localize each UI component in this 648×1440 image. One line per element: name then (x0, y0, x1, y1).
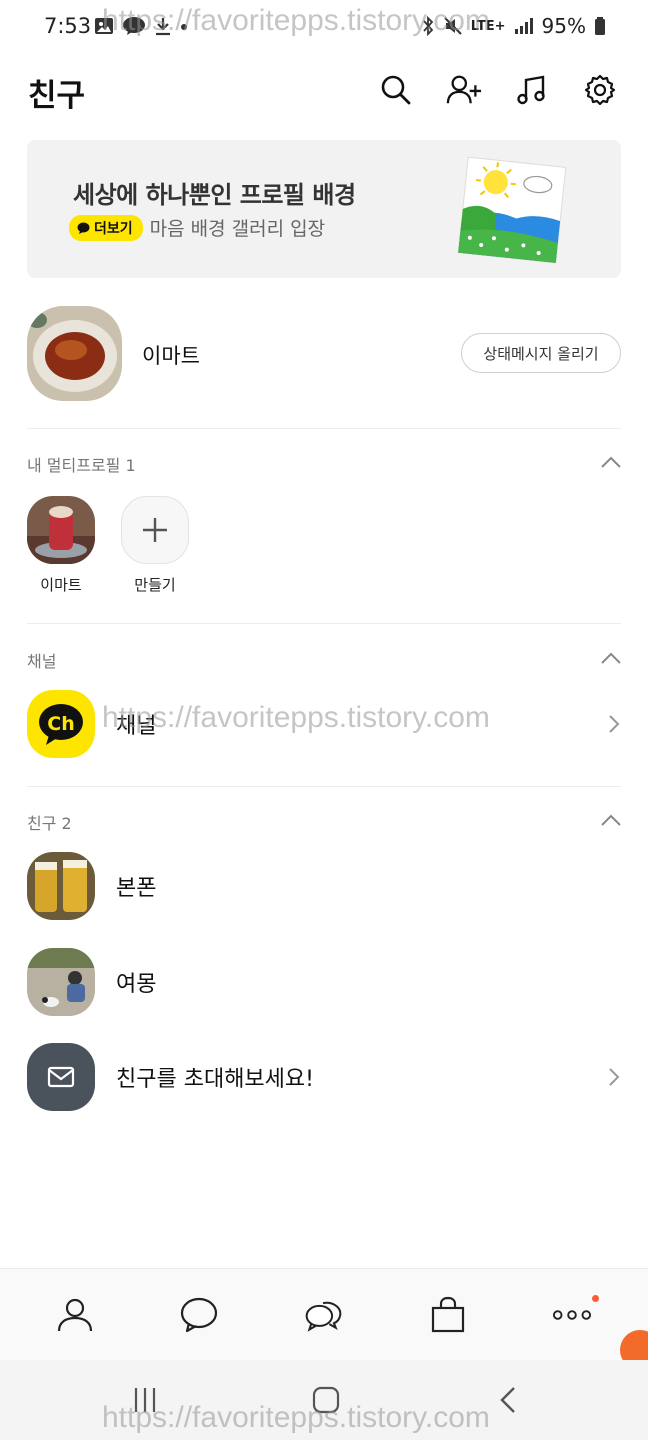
invite-icon-box (27, 1043, 95, 1111)
home-icon[interactable] (310, 1384, 342, 1416)
battery-percent: 95% (541, 14, 586, 38)
signal-icon (514, 18, 533, 34)
friend-name: 여몽 (116, 972, 157, 997)
chat-bubble-icon (77, 222, 90, 234)
more-tab-icon[interactable] (552, 1295, 592, 1335)
status-time: 7:53 (44, 14, 92, 38)
friends-section-label: 친구 2 (27, 814, 72, 833)
channel-name: 채널 (116, 714, 157, 739)
chevron-up-icon[interactable] (600, 651, 622, 665)
multi-profile-item[interactable]: 이마트 (27, 496, 95, 595)
multi-profile-avatar[interactable] (27, 496, 95, 564)
create-label: 만들기 (134, 576, 176, 594)
invite-friends-row[interactable]: 친구를 초대해보세요! (0, 1037, 648, 1117)
friend-name: 본폰 (116, 876, 157, 901)
envelope-icon (47, 1066, 75, 1088)
status-message-button[interactable]: 상태메시지 올리기 (461, 333, 621, 373)
divider (27, 786, 621, 787)
divider (27, 623, 621, 624)
my-profile-row[interactable]: 이마트 상태메시지 올리기 (0, 300, 648, 410)
music-icon[interactable] (514, 72, 550, 108)
search-icon[interactable] (378, 72, 414, 108)
channel-logo: Ch (27, 690, 95, 758)
header: 친구 (0, 60, 648, 124)
invite-friends-label: 친구를 초대해보세요! (116, 1067, 314, 1092)
profile-background-banner[interactable]: 세상에 하나뿐인 프로필 배경 더보기 마음 배경 갤러리 입장 (27, 140, 621, 278)
open-chats-tab-icon[interactable] (303, 1295, 343, 1335)
friend-row[interactable]: 여몽 (0, 942, 648, 1022)
network-type: LTE+ (470, 18, 506, 34)
divider (27, 428, 621, 429)
settings-icon[interactable] (582, 72, 618, 108)
bottom-nav (0, 1268, 648, 1360)
notification-dot (592, 1295, 599, 1302)
more-badge-label: 더보기 (94, 220, 133, 237)
status-bar: 7:53 LTE+ 95% (0, 0, 648, 56)
create-multi-profile[interactable]: 만들기 (121, 496, 189, 595)
gallery-icon (95, 18, 113, 34)
friends-tab-icon[interactable] (55, 1295, 95, 1335)
channel-row[interactable]: Ch 채널 (0, 684, 648, 764)
chats-tab-icon[interactable] (179, 1295, 219, 1335)
my-profile-name: 이마트 (142, 344, 200, 368)
banner-title: 세상에 하나뿐인 프로필 배경 (73, 181, 356, 209)
drawing-illustration (457, 156, 567, 264)
chevron-up-icon[interactable] (600, 455, 622, 469)
plus-icon (143, 518, 167, 542)
friend-avatar (27, 948, 95, 1016)
channel-logo-text: Ch (47, 713, 74, 735)
shopping-tab-icon[interactable] (428, 1295, 468, 1335)
recent-apps-icon[interactable] (129, 1384, 161, 1416)
friend-row[interactable]: 본폰 (0, 846, 648, 926)
mute-icon (444, 17, 462, 35)
add-friend-icon[interactable] (446, 72, 482, 108)
chevron-right-icon (609, 1068, 620, 1086)
download-icon (156, 18, 170, 36)
my-profile-avatar[interactable] (27, 306, 122, 401)
multi-profile-section-label: 내 멀티프로필 1 (27, 456, 136, 475)
banner-subtitle: 마음 배경 갤러리 입장 (149, 218, 326, 240)
more-badge: 더보기 (69, 214, 143, 241)
page-title: 친구 (28, 78, 86, 114)
back-icon[interactable] (492, 1384, 524, 1416)
channel-section-label: 채널 (27, 652, 57, 671)
bluetooth-icon (423, 16, 434, 36)
chevron-up-icon[interactable] (600, 813, 622, 827)
talk-icon (123, 17, 145, 35)
multi-profile-label: 이마트 (40, 576, 82, 594)
battery-icon (595, 17, 605, 35)
friend-avatar (27, 852, 95, 920)
system-nav-bar (0, 1360, 648, 1440)
dot-icon (181, 24, 187, 30)
chevron-right-icon (609, 715, 620, 733)
